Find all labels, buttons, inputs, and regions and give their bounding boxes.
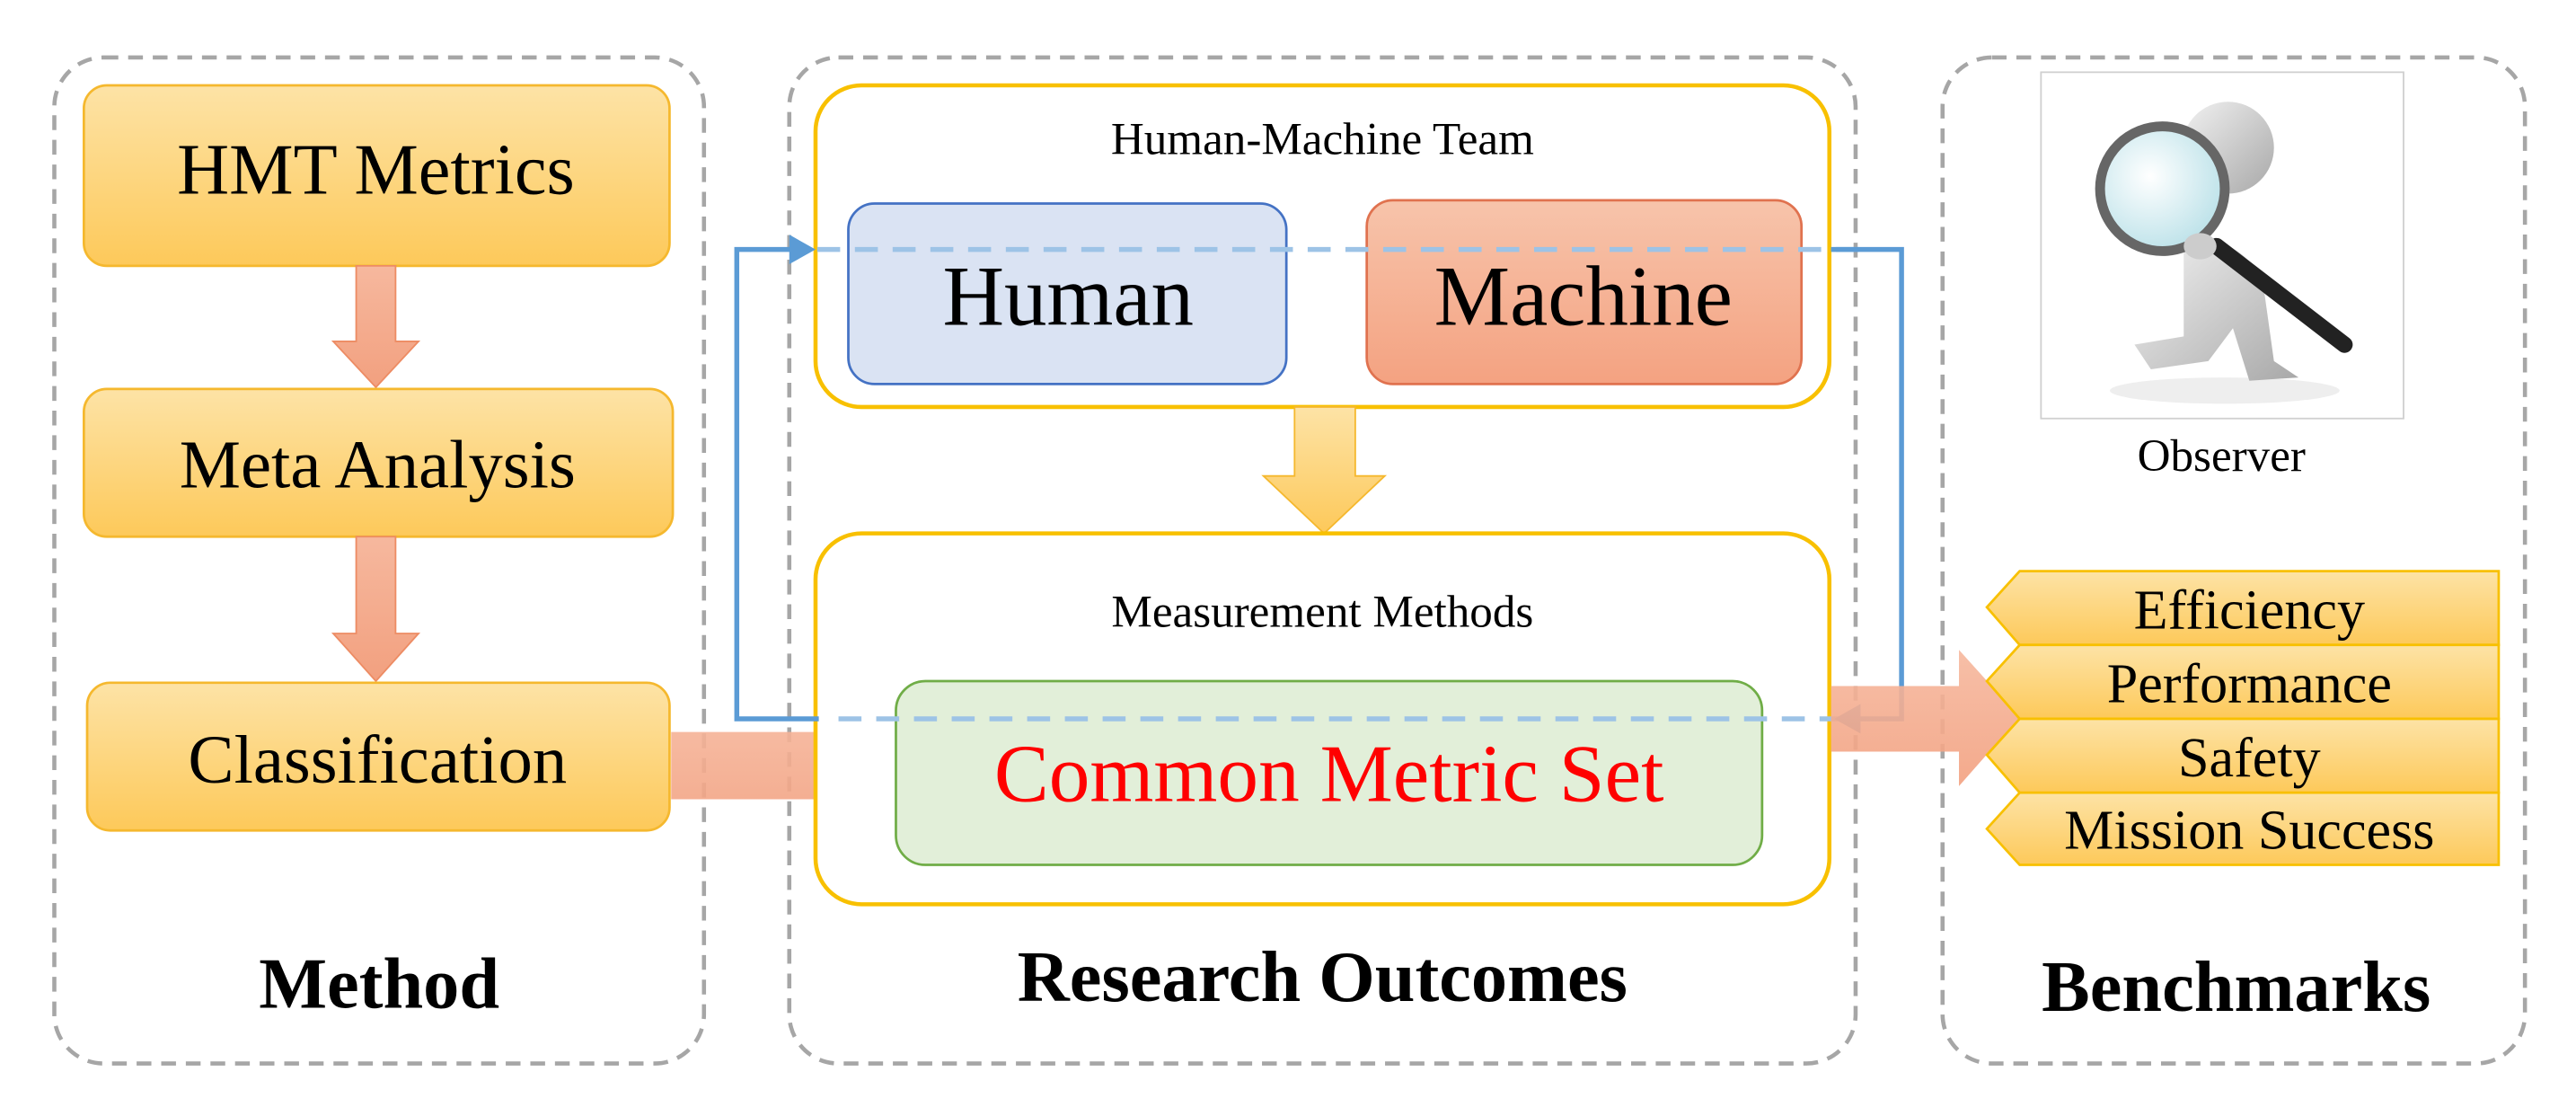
benchmark-label: Performance — [2107, 654, 2392, 715]
common-metric-set-label: Common Metric Set — [994, 728, 1664, 819]
arrow-down — [331, 264, 421, 389]
benchmark-mission-success: Mission Success — [1985, 791, 2501, 866]
benchmark-list: Efficiency Performance Safety Mission Su… — [1985, 570, 2501, 866]
human-label: Human — [942, 249, 1194, 344]
step-meta-analysis: Meta Analysis — [83, 387, 675, 538]
benchmark-label: Mission Success — [2064, 800, 2434, 861]
step-label: Classification — [188, 722, 567, 798]
team-title: Human-Machine Team — [1111, 114, 1534, 165]
step-label: Meta Analysis — [180, 426, 576, 502]
measurement-title: Measurement Methods — [1111, 587, 1533, 638]
arrow-down-yellow — [1261, 406, 1388, 535]
arrow-right — [1831, 650, 2020, 786]
hmt-diagram: HMT Metrics Meta Analysis Classification… — [52, 55, 2527, 1066]
observer-image: Observer — [2040, 71, 2404, 482]
research-title: Research Outcomes — [1018, 937, 1628, 1017]
benchmark-performance: Performance — [1985, 643, 2501, 721]
human-box: Human — [847, 202, 1288, 385]
machine-box: Machine — [1365, 199, 1804, 385]
arrow-down — [331, 536, 421, 683]
step-classification: Classification — [85, 681, 671, 832]
benchmark-efficiency: Efficiency — [1985, 570, 2501, 647]
benchmark-label: Efficiency — [2134, 580, 2365, 642]
method-title: Method — [259, 943, 499, 1023]
step-label: HMT Metrics — [177, 130, 575, 210]
benchmarks-title: Benchmarks — [2042, 947, 2430, 1027]
observer-label: Observer — [2138, 430, 2306, 482]
step-hmt-metrics: HMT Metrics — [83, 84, 671, 268]
common-metric-set-box: Common Metric Set — [895, 679, 1764, 866]
machine-label: Machine — [1434, 249, 1733, 344]
benchmark-safety: Safety — [1985, 717, 2501, 794]
benchmark-label: Safety — [2178, 728, 2321, 789]
